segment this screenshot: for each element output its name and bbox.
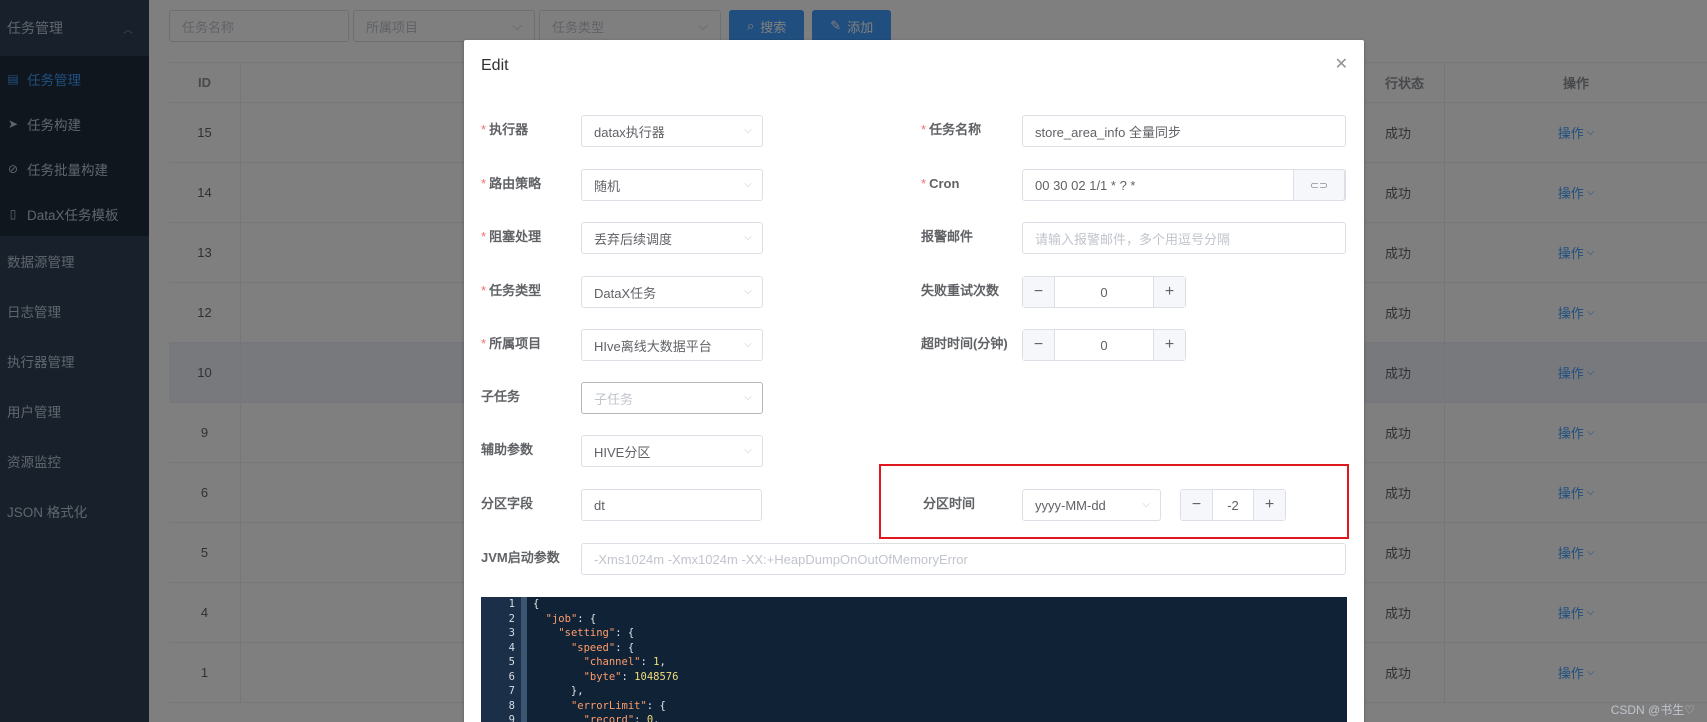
- retry-value[interactable]: 0: [1055, 277, 1153, 307]
- minus-icon[interactable]: −: [1181, 490, 1213, 520]
- line-number: 6: [508, 670, 515, 683]
- chevron-down-icon: ⌵: [1142, 499, 1150, 510]
- child-task-select[interactable]: 子任务 ⌵: [581, 382, 763, 414]
- code-line: "setting": {: [558, 627, 635, 639]
- code-line: "record": 0,: [583, 714, 660, 722]
- close-icon[interactable]: ✕: [1335, 54, 1348, 74]
- watermark: CSDN @书生♡: [1610, 703, 1695, 717]
- partition-field-label: 分区字段: [481, 496, 534, 511]
- task-name-input[interactable]: store_area_info 全量同步: [1022, 115, 1346, 147]
- line-number: 4: [508, 641, 515, 654]
- child-task-placeholder: 子任务: [594, 391, 634, 407]
- minus-icon[interactable]: −: [1023, 277, 1055, 307]
- timeout-value[interactable]: 0: [1055, 330, 1153, 360]
- task-type-value: DataX任务: [594, 285, 657, 301]
- dialog-title: Edit: [481, 57, 509, 74]
- partition-field-input[interactable]: dt: [581, 489, 762, 521]
- partition-offset-value[interactable]: -2: [1213, 490, 1253, 520]
- line-number-gutter: 1 2 3 4 5 6 7 8 9: [481, 597, 521, 722]
- project-value: HIve离线大数据平台: [594, 338, 712, 354]
- json-code-editor[interactable]: 1 2 3 4 5 6 7 8 9 { "job": { "setting": { "speed…: [481, 597, 1347, 722]
- plus-icon[interactable]: +: [1153, 330, 1185, 360]
- partition-field-value: dt: [594, 497, 605, 513]
- aux-param-value: HIVE分区: [594, 444, 651, 460]
- retry-stepper: − 0 +: [1022, 276, 1186, 308]
- alarm-email-input[interactable]: 请输入报警邮件，多个用逗号分隔: [1022, 222, 1346, 254]
- code-line: "job": {: [545, 612, 597, 625]
- chevron-down-icon: ⌵: [744, 445, 752, 456]
- line-number: 2: [508, 612, 515, 625]
- edit-dialog: Edit ✕ * 执行器 datax执行器 ⌵ * 路由策略 随机 ⌵ * 阻塞处理 丢弃…: [464, 40, 1364, 722]
- retry-label: 失败重试次数: [921, 283, 1000, 298]
- executor-select[interactable]: datax执行器 ⌵: [581, 115, 763, 147]
- cron-toggle-icon[interactable]: ⊂⊃: [1293, 170, 1345, 200]
- partition-offset-stepper: − -2 +: [1180, 489, 1286, 521]
- aux-param-label: 辅助参数: [481, 442, 534, 457]
- route-strategy-select[interactable]: 随机 ⌵: [581, 169, 763, 201]
- alarm-email-placeholder: 请输入报警邮件，多个用逗号分隔: [1035, 231, 1231, 247]
- app-root: 任务管理 ︿ ▤ 任务管理 ➤ 任务构建 ⊘ 任务批量构建 ▯ DataX任务模…: [0, 0, 1707, 722]
- timeout-label: 超时时间(分钟): [921, 336, 1008, 351]
- block-strategy-select[interactable]: 丢弃后续调度 ⌵: [581, 222, 763, 254]
- code-line: },: [533, 685, 584, 697]
- project-label: * 所属项目: [481, 336, 542, 351]
- task-name-label: * 任务名称: [921, 122, 982, 137]
- minus-icon[interactable]: −: [1023, 330, 1055, 360]
- code-line: "byte": 1048576: [583, 670, 679, 683]
- code-line: "channel": 1,: [583, 656, 666, 668]
- task-type-label: * 任务类型: [481, 283, 542, 298]
- plus-icon[interactable]: +: [1153, 277, 1185, 307]
- chevron-down-icon: ⌵: [744, 179, 752, 190]
- partition-format-select[interactable]: yyyy-MM-dd ⌵: [1022, 489, 1161, 521]
- jvm-params-input[interactable]: -Xms1024m -Xmx1024m -XX:+HeapDumpOnOutOf…: [581, 543, 1346, 575]
- code-line: "errorLimit": {: [570, 699, 666, 712]
- route-value: 随机: [594, 178, 621, 194]
- line-number: 9: [508, 714, 515, 722]
- timeout-stepper: − 0 +: [1022, 329, 1186, 361]
- line-number: 7: [508, 685, 515, 697]
- line-number: 3: [508, 627, 515, 639]
- code-content[interactable]: { "job": { "setting": { "speed": { "chan…: [533, 597, 678, 722]
- code-line: "speed": {: [570, 641, 635, 654]
- project-select[interactable]: HIve离线大数据平台 ⌵: [581, 329, 763, 361]
- aux-param-select[interactable]: HIVE分区 ⌵: [581, 435, 763, 467]
- partition-time-label: 分区时间: [923, 496, 976, 511]
- chevron-down-icon: ⌵: [744, 339, 752, 350]
- route-label: * 路由策略: [481, 176, 542, 191]
- child-task-label: 子任务: [481, 389, 521, 404]
- cron-label: * Cron: [921, 176, 960, 191]
- partition-format-value: yyyy-MM-dd: [1035, 497, 1106, 513]
- jvm-placeholder: -Xms1024m -Xmx1024m -XX:+HeapDumpOnOutOf…: [594, 551, 968, 567]
- line-number: 5: [508, 656, 515, 668]
- cron-value: 00 30 02 1/1 * ? *: [1035, 177, 1136, 193]
- chevron-down-icon: ⌵: [744, 286, 752, 297]
- executor-value: datax执行器: [594, 124, 665, 140]
- chevron-down-icon: ⌵: [744, 392, 752, 403]
- line-number: 1: [508, 598, 515, 610]
- line-number: 8: [508, 699, 515, 712]
- chevron-down-icon: ⌵: [744, 125, 752, 136]
- plus-icon[interactable]: +: [1253, 490, 1285, 520]
- chevron-down-icon: ⌵: [744, 232, 752, 243]
- gutter-bar: [521, 597, 527, 722]
- task-name-value: store_area_info 全量同步: [1035, 124, 1181, 140]
- block-label: * 阻塞处理: [481, 229, 542, 244]
- task-type-select[interactable]: DataX任务 ⌵: [581, 276, 763, 308]
- jvm-label: JVM启动参数: [481, 550, 560, 565]
- code-line: {: [533, 598, 540, 610]
- executor-label: * 执行器: [481, 122, 529, 137]
- block-value: 丢弃后续调度: [594, 231, 673, 247]
- cron-input[interactable]: 00 30 02 1/1 * ? * ⊂⊃: [1022, 169, 1346, 201]
- alarm-email-label: 报警邮件: [921, 229, 974, 244]
